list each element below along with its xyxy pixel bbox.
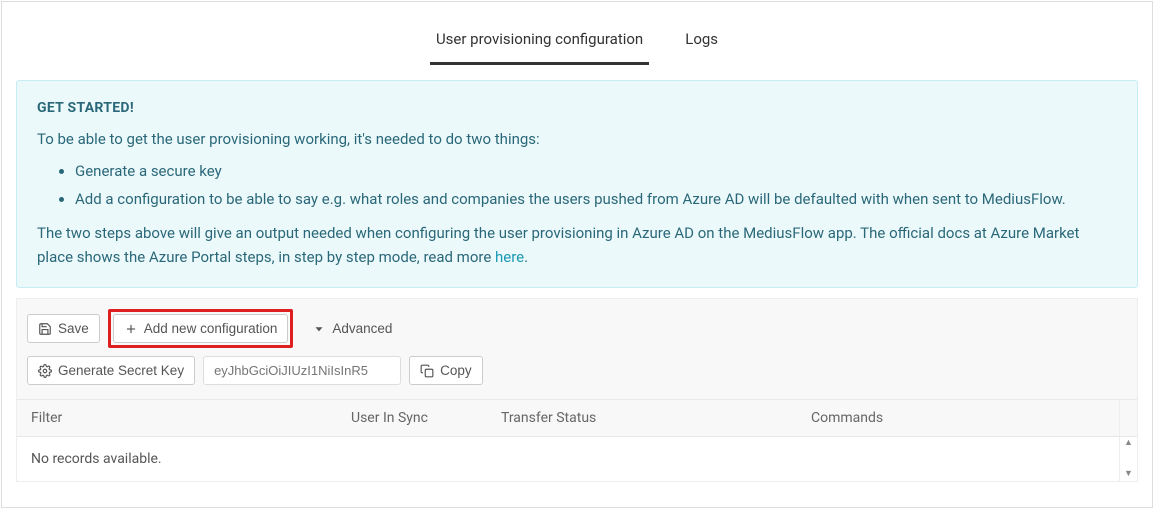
alert-title: GET STARTED! (37, 97, 1117, 119)
gen-key-label: Generate Secret Key (58, 363, 184, 378)
save-label: Save (58, 321, 89, 336)
alert-bullet: Generate a secure key (75, 159, 1117, 183)
column-header-user-in-sync[interactable]: User In Sync (337, 400, 487, 436)
tab-bar: User provisioning configuration Logs (2, 2, 1152, 66)
save-button[interactable]: Save (27, 314, 100, 343)
read-more-link[interactable]: here (495, 248, 524, 266)
add-new-configuration-button[interactable]: Add new configuration (113, 314, 289, 343)
secret-key-input[interactable] (203, 356, 401, 385)
add-config-label: Add new configuration (144, 321, 278, 336)
alert-bullet: Add a configuration to be able to say e.… (75, 187, 1117, 211)
config-grid: Filter User In Sync Transfer Status Comm… (16, 399, 1138, 482)
alert-outro: The two steps above will give an output … (37, 221, 1117, 269)
scroll-up-icon[interactable]: ▲ (1124, 439, 1133, 448)
alert-intro: To be able to get the user provisioning … (37, 127, 1117, 151)
caret-down-icon (312, 322, 326, 336)
tab-user-provisioning-configuration[interactable]: User provisioning configuration (430, 20, 649, 65)
advanced-label: Advanced (332, 321, 392, 336)
generate-secret-key-button[interactable]: Generate Secret Key (27, 356, 195, 385)
copy-icon (420, 364, 434, 378)
add-config-highlight: Add new configuration (108, 309, 294, 348)
copy-label: Copy (440, 363, 472, 378)
tab-logs[interactable]: Logs (679, 20, 724, 65)
toolbar: Save Add new configuration Advanced (16, 298, 1138, 399)
advanced-button[interactable]: Advanced (301, 314, 403, 343)
scroll-down-icon[interactable]: ▼ (1124, 470, 1133, 479)
grid-header: Filter User In Sync Transfer Status Comm… (17, 399, 1137, 437)
save-icon (38, 322, 52, 336)
grid-empty-message: No records available. (17, 437, 1119, 481)
plus-icon (124, 322, 138, 336)
gear-icon (38, 364, 52, 378)
scrollbar-header-spacer (1119, 400, 1137, 436)
column-header-transfer-status[interactable]: Transfer Status (487, 400, 797, 436)
column-header-commands[interactable]: Commands (797, 400, 1119, 436)
get-started-alert: GET STARTED! To be able to get the user … (16, 80, 1138, 288)
copy-button[interactable]: Copy (409, 356, 483, 385)
column-header-filter[interactable]: Filter (17, 400, 337, 436)
vertical-scrollbar[interactable]: ▲ ▼ (1119, 437, 1137, 481)
